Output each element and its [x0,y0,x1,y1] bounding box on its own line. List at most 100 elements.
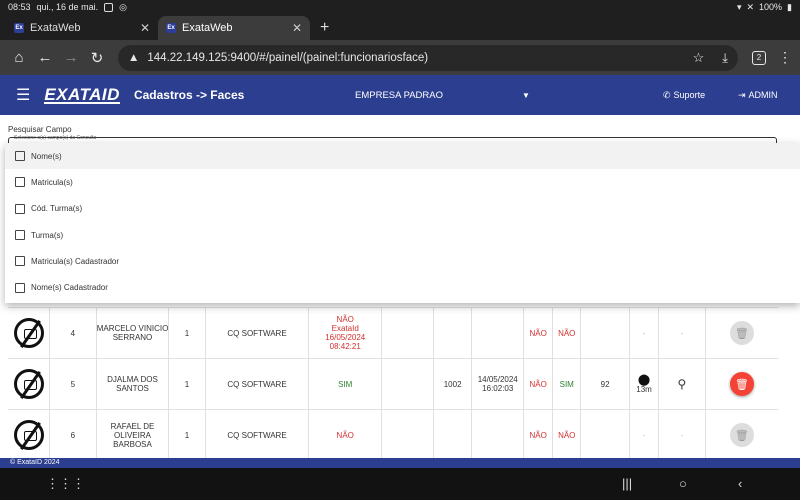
caret-down-icon[interactable]: ▼ [522,91,530,100]
flag2-cell: SIM [552,358,582,410]
home-icon[interactable]: ⌂ [6,49,32,66]
table-row[interactable]: 6 RAFAEL DE OLIVEIRA BARBOSA 1 CQ SOFTWA… [8,409,778,458]
option-label: Matricula(s) Cadastrador [31,256,120,266]
flag1-cell: NÃO [523,307,554,359]
delete-disabled-icon: 🗑 [729,423,754,447]
browser-tab-2[interactable]: Ex ExataWeb ✕ [158,16,310,40]
option-label: Matricula(s) [31,177,73,187]
date-cell [471,409,525,458]
location-cell[interactable]: ⬤ 13m [629,358,660,410]
checkbox[interactable] [15,177,25,188]
empty-cell [381,358,434,410]
table-row[interactable]: 4 MARCELO VINICIO SERRANO 1 CQ SOFTWARE … [8,307,778,359]
date-value: 14/05/2024 [477,375,518,384]
row-index: 4 [49,307,97,359]
option-label: Turma(s) [31,230,64,240]
matricula-cell [433,409,473,458]
flag2-cell: NÃO [552,409,582,458]
date: qui., 16 de mai. [36,2,99,12]
row-index: 6 [49,409,97,458]
app-drawer-icon[interactable]: ⋮⋮⋮ [46,476,85,492]
browser-tab-1[interactable]: Ex ExataWeb ✕ [6,16,158,40]
status-date: 16/05/2024 [325,333,366,342]
logout-icon: ⇥ [738,89,746,100]
company-selector[interactable]: EMPRESA PADRAO [355,90,443,101]
back-chevron-icon[interactable]: ‹ [738,476,742,491]
checkbox[interactable] [15,151,25,162]
hamburger-menu-icon[interactable]: ☰ [16,85,30,105]
magnifier-icon[interactable]: ⚲ [678,377,687,391]
browser-tab-strip: Ex ExataWeb ✕ Ex ExataWeb ✕ + [0,14,800,40]
delete-disabled-icon: 🗑 [729,321,754,345]
flag1-cell: NÃO [523,358,554,410]
home-circle-icon[interactable]: ○ [679,476,687,491]
url-bar[interactable]: ▲ 144.22.149.125:9400/#/painel/(painel:f… [118,44,738,71]
software-cell: CQ SOFTWARE [205,307,310,359]
exataweb-favicon-icon: Ex [14,23,24,33]
reload-icon[interactable]: ↻ [84,49,110,67]
option-matriculas-cadastrador[interactable]: Matricula(s) Cadastrador [5,248,800,274]
system-status-bar: 08:53 qui., 16 de mai. ◎ ▾ ✕ 100% ▮ [0,0,800,14]
field-options-dropdown: Nome(s) Matricula(s) Cód. Turma(s) Turma… [5,143,800,303]
checkbox-notification-icon [104,2,114,12]
actions-cell: 🗑 [705,307,778,359]
option-label: Nome(s) Cadastrador [31,283,108,293]
option-nomes-cadastrador[interactable]: Nome(s) Cadastrador [5,274,800,300]
qty-cell: 1 [168,409,206,458]
map-pin-icon[interactable]: ⬤ [630,374,658,385]
download-icon[interactable]: ⤓ [722,50,728,66]
qty-cell: 1 [168,307,206,359]
view-cell[interactable]: ⚲ [658,358,706,410]
bookmark-star-icon[interactable]: ☆ [693,50,705,66]
warning-icon: ▲ [128,51,140,64]
tab-switcher-button[interactable]: 2 [752,50,766,65]
checkbox[interactable] [15,256,25,267]
battery-level: 100% [759,2,783,12]
actions-cell: 🗑 [705,409,778,458]
checkbox[interactable] [15,230,25,241]
status-time: 08:42:21 [329,342,361,351]
delete-button[interactable]: 🗑 [729,372,754,396]
recents-icon[interactable]: ||| [622,476,632,491]
admin-logout-button[interactable]: ⇥ ADMIN [738,90,778,101]
android-navigation-bar: ⋮⋮⋮ ||| ○ ‹ [0,468,800,500]
app-footer: © ExataID 2024 [0,458,800,468]
view-cell: - [658,409,706,458]
option-turmas[interactable]: Turma(s) [5,222,800,248]
admin-label: ADMIN [748,90,778,100]
row-index: 5 [49,358,97,410]
wifi-icon: ▾ [736,1,742,12]
clock: 08:53 [8,2,31,12]
close-tab-icon[interactable]: ✕ [140,21,150,35]
new-tab-button[interactable]: + [320,19,329,37]
checkbox[interactable] [15,282,25,293]
matricula-cell: 1002 [433,358,473,410]
search-field-label: Pesquisar Campo [8,125,72,134]
browser-toolbar: ⌂ ← → ↻ ▲ 144.22.149.125:9400/#/painel/(… [0,40,800,75]
option-cod-turmas[interactable]: Cód. Turma(s) [5,196,800,222]
employee-name: DJALMA DOS SANTOS [96,358,170,410]
search-field-floating-label: Selecione o(s) campo(s) da Consulta [14,135,97,141]
more-options-icon[interactable]: ⋮ [778,49,792,66]
app-header: ☰ EXATAID Cadastros -> Faces EMPRESA PAD… [0,75,800,115]
checkbox[interactable] [15,203,25,214]
option-nomes[interactable]: Nome(s) [5,143,800,170]
close-tab-icon[interactable]: ✕ [292,21,302,35]
forward-icon[interactable]: → [58,49,84,66]
back-icon[interactable]: ← [32,49,58,66]
battery-icon: ▮ [787,1,792,12]
time-value: 16:02:03 [482,384,514,393]
exataweb-favicon-icon: Ex [166,23,176,33]
option-matriculas[interactable]: Matricula(s) [5,169,800,195]
support-button[interactable]: ✆ Suporte [663,90,705,101]
num-cell [580,307,631,359]
status-cell: SIM [308,358,383,410]
tab-title: ExataWeb [30,22,81,34]
employee-name: MARCELO VINICIO SERRANO [96,307,170,359]
support-label: Suporte [673,90,706,100]
empty-cell [381,307,434,359]
table-row[interactable]: 5 DJALMA DOS SANTOS 1 CQ SOFTWARE SIM 10… [8,358,778,410]
status-value: NÃO [336,315,354,324]
empty-cell [381,409,434,458]
chrome-notification-icon: ◎ [119,1,127,12]
